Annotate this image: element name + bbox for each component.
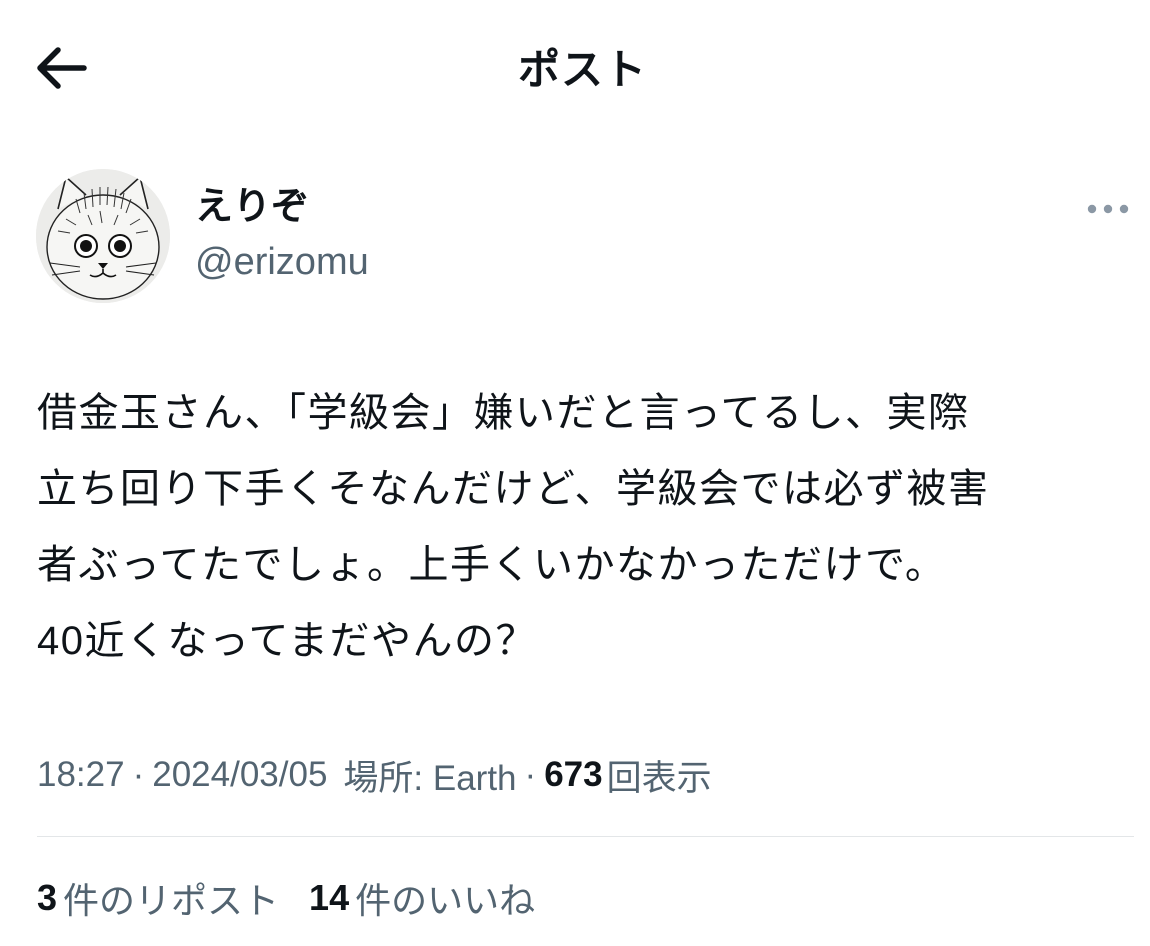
post-text-line: 借金玉さん、「学級会」嫌いだと言ってるし、実際 bbox=[37, 391, 970, 435]
views-label: 回表示 bbox=[606, 758, 712, 798]
likes-stat[interactable]: 14 件のいいね bbox=[309, 872, 535, 924]
post-text-line: 40近くなってまだやんの？ bbox=[37, 619, 537, 663]
likes-count: 14 bbox=[309, 877, 350, 918]
post-text-line: 者ぶってたでしょ。上手くいかなかっただけで。 bbox=[37, 543, 947, 587]
more-horizontal-icon bbox=[1087, 204, 1129, 214]
divider bbox=[37, 836, 1134, 837]
views-count: 673 bbox=[544, 755, 603, 794]
display-name[interactable]: えりぞ bbox=[195, 184, 309, 230]
post-text: 借金玉さん、「学級会」嫌いだと言ってるし、実際 立ち回り下手くそなんだけど、学級… bbox=[37, 375, 1137, 679]
post-location: 場所: Earth bbox=[343, 758, 517, 798]
post-time[interactable]: 18:27 bbox=[37, 755, 125, 795]
likes-label: 件のいいね bbox=[355, 880, 536, 921]
post-text-line: 立ち回り下手くそなんだけど、学級会では必ず被害 bbox=[37, 467, 990, 511]
more-options-button[interactable] bbox=[1080, 192, 1136, 226]
reposts-stat[interactable]: 3 件のリポスト bbox=[37, 872, 279, 924]
reposts-count: 3 bbox=[37, 877, 58, 918]
engagement-stats: 3 件のリポスト 14 件のいいね bbox=[37, 872, 565, 924]
cat-drawing-avatar bbox=[36, 169, 170, 303]
reposts-label: 件のリポスト bbox=[63, 880, 280, 921]
user-handle[interactable]: @erizomu bbox=[195, 239, 369, 285]
top-bar: ポスト bbox=[0, 0, 1150, 130]
avatar[interactable] bbox=[36, 169, 170, 303]
post-metadata: 18:27 · 2024/03/05 場所: Earth · 673 回表示 bbox=[37, 750, 712, 800]
post-date[interactable]: 2024/03/05 bbox=[152, 755, 327, 795]
page-title: ポスト bbox=[517, 46, 647, 93]
meta-separator: · bbox=[132, 755, 145, 794]
meta-separator: · bbox=[524, 755, 537, 794]
